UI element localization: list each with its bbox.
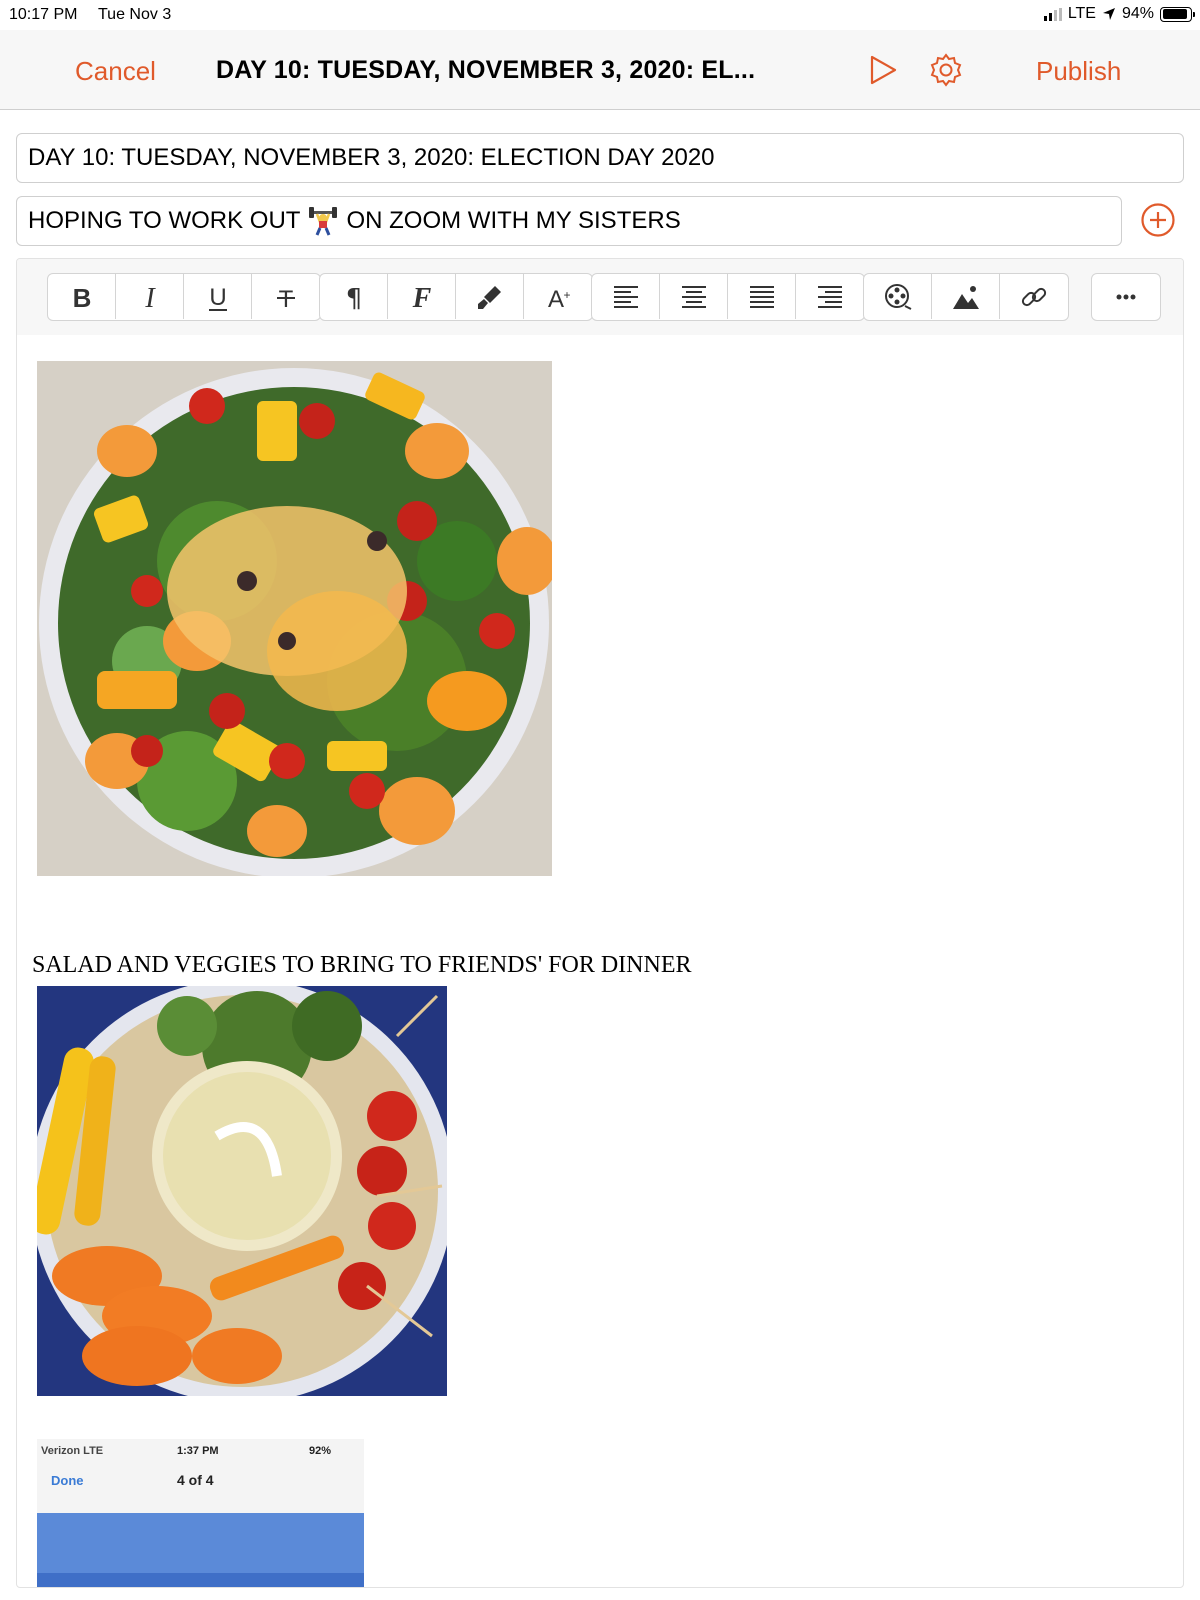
text-size-icon: A + <box>548 286 571 312</box>
align-justify-icon <box>749 285 774 308</box>
toolbar-group-format: ¶ F A + <box>319 273 593 321</box>
embedded-time: 1:37 PM <box>177 1445 219 1457</box>
font-button[interactable]: F <box>388 274 456 319</box>
paragraph-button[interactable]: ¶ <box>320 274 388 319</box>
nav-bar: Cancel DAY 10: TUESDAY, NOVEMBER 3, 2020… <box>0 30 1200 110</box>
format-toolbar: B I U T ¶ F A+ <box>17 259 1183 335</box>
editor-area[interactable]: B I U T ¶ F A+ <box>16 258 1184 1588</box>
align-right-button[interactable] <box>796 274 864 319</box>
brush-button[interactable] <box>456 274 524 319</box>
embedded-counter: 4 of 4 <box>177 1472 214 1488</box>
svg-text:I: I <box>144 283 156 312</box>
align-left-icon <box>613 285 638 308</box>
brush-icon <box>477 285 501 309</box>
signal-icon <box>1043 7 1062 21</box>
embedded-screenshot-bar: Verizon LTE 1:37 PM 92% Done 4 of 4 <box>37 1439 364 1513</box>
embedded-battery: 92% <box>309 1445 332 1457</box>
bold-button[interactable]: B <box>48 274 116 319</box>
underline-button[interactable]: U <box>184 274 252 319</box>
text-size-button[interactable]: A + <box>524 274 592 319</box>
subtitle-text-after: ON ZOOM WITH MY SISTERS <box>346 207 681 234</box>
font-icon: F <box>411 283 431 312</box>
align-center-icon <box>681 285 706 308</box>
image-icon <box>952 285 979 309</box>
screenshot-photo <box>37 1513 364 1587</box>
film-icon <box>884 283 911 310</box>
embedded-done-button: Done <box>51 1473 84 1488</box>
salad-photo <box>37 361 552 876</box>
status-date: Tue Nov 3 <box>98 6 172 23</box>
svg-text:A: A <box>548 286 564 312</box>
toolbar-group-insert <box>863 273 1069 321</box>
status-time: 10:17 PM <box>9 6 78 23</box>
status-indicators: LTE 94% <box>1043 5 1195 23</box>
post-subtitle-field[interactable]: HOPING TO WORK OUT ON ZOOM WITH MY SISTE… <box>16 196 1122 246</box>
strikethrough-icon: T <box>277 286 295 312</box>
paragraph-icon: ¶ <box>345 284 362 312</box>
location-icon <box>1102 8 1115 20</box>
weightlifter-emoji-icon <box>309 207 338 236</box>
strikethrough-button[interactable]: T <box>252 274 320 319</box>
battery-percent: 94% <box>1121 5 1154 22</box>
settings-gear-icon[interactable] <box>928 52 964 88</box>
toolbar-group-text-style: B I U T <box>47 273 321 321</box>
italic-button[interactable]: I <box>116 274 184 319</box>
align-justify-button[interactable] <box>728 274 796 319</box>
underline-icon: U <box>208 284 227 311</box>
subtitle-text-before: HOPING TO WORK OUT <box>28 207 301 234</box>
network-label: LTE <box>1067 5 1096 22</box>
align-left-button[interactable] <box>592 274 660 319</box>
battery-icon <box>1160 6 1195 22</box>
link-icon <box>1021 287 1047 306</box>
insert-image-button[interactable] <box>932 274 1000 319</box>
post-title-text: DAY 10: TUESDAY, NOVEMBER 3, 2020: ELECT… <box>28 144 715 171</box>
align-right-icon <box>818 285 842 308</box>
toolbar-group-more <box>1091 273 1161 321</box>
align-center-button[interactable] <box>660 274 728 319</box>
status-bar: 10:17 PM Tue Nov 3 LTE 94% <box>0 0 1200 30</box>
svg-text:+: + <box>563 288 570 302</box>
insert-link-button[interactable] <box>1000 274 1068 319</box>
post-title-field[interactable]: DAY 10: TUESDAY, NOVEMBER 3, 2020: ELECT… <box>16 133 1184 183</box>
add-circle-icon[interactable] <box>1140 202 1176 238</box>
bold-icon: B <box>72 283 91 312</box>
preview-play-icon[interactable] <box>868 54 898 86</box>
svg-text:¶: ¶ <box>345 284 362 312</box>
embedded-carrier: Verizon LTE <box>41 1445 104 1457</box>
italic-icon: I <box>144 283 156 312</box>
veggie-tray-photo <box>37 986 447 1396</box>
publish-button[interactable]: Publish <box>1036 56 1121 87</box>
svg-text:U: U <box>209 284 226 311</box>
more-button[interactable] <box>1092 274 1160 319</box>
toolbar-group-align <box>591 273 865 321</box>
nav-title: DAY 10: TUESDAY, NOVEMBER 3, 2020: EL... <box>216 56 756 84</box>
svg-text:F: F <box>411 283 431 312</box>
svg-text:B: B <box>72 283 91 312</box>
insert-video-button[interactable] <box>864 274 932 319</box>
image-caption: SALAD AND VEGGIES TO BRING TO FRIENDS' F… <box>32 952 692 978</box>
more-icon <box>1116 294 1136 299</box>
cancel-button[interactable]: Cancel <box>75 56 156 87</box>
